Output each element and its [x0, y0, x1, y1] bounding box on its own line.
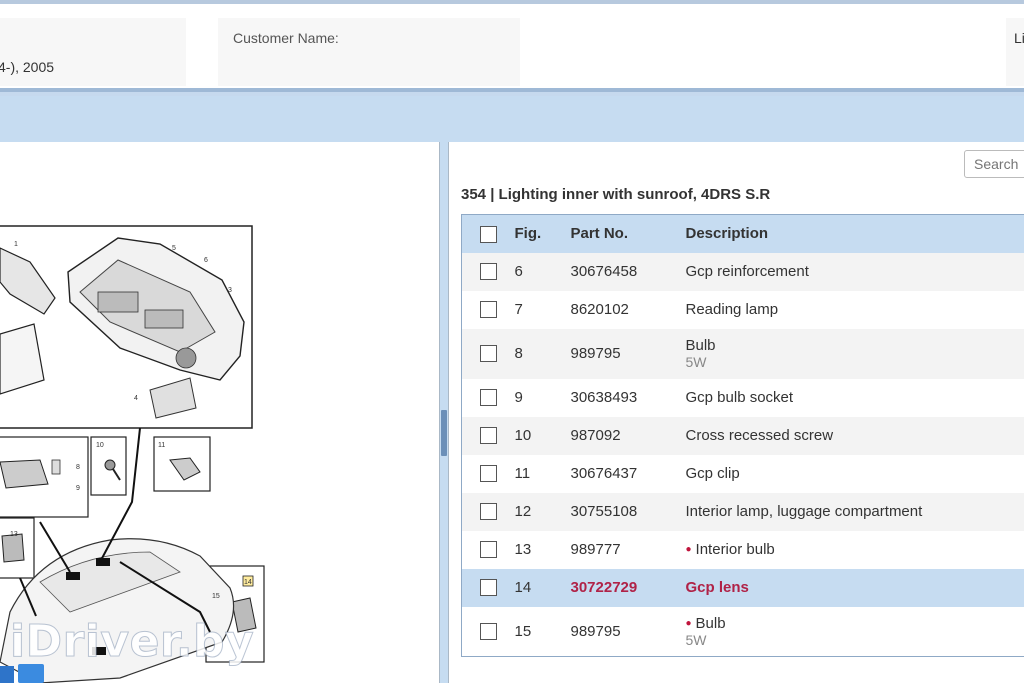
extra-info-box: Li — [1006, 18, 1024, 86]
screw-part — [104, 459, 116, 471]
description-subtext: 5W — [685, 354, 707, 370]
toolbar-band — [0, 96, 1024, 142]
description-cell: Gcp lens — [685, 579, 749, 596]
label-3: 3 — [228, 287, 232, 294]
label-15: 15 — [212, 593, 220, 600]
label-10: 10 — [96, 442, 104, 449]
fig-cell: 6 — [514, 263, 523, 280]
table-row[interactable]: 6 30676458 Gcp reinforcement — [461, 252, 1024, 291]
table-header-row: Fig. Part No. Description — [461, 214, 1024, 253]
part-number-cell[interactable]: 30755108 — [571, 493, 686, 531]
part-number-cell[interactable]: 30722729 — [571, 569, 686, 607]
console-slot-2 — [144, 309, 184, 329]
description-cell: Gcp clip — [685, 465, 740, 482]
row-checkbox[interactable] — [479, 579, 497, 597]
col-header-part[interactable]: Part No. — [571, 215, 686, 253]
marker-1 — [66, 572, 80, 580]
fig-cell: 15 — [514, 622, 532, 640]
splitter-handle-icon[interactable] — [441, 410, 447, 456]
table-row[interactable]: 10 987092 Cross recessed screw — [461, 416, 1024, 455]
extra-info-label: Li — [1014, 30, 1024, 46]
label-8: 8 — [76, 464, 80, 471]
label-1: 1 — [14, 241, 18, 248]
label-13: 13 — [10, 531, 18, 538]
row-checkbox[interactable] — [479, 263, 497, 281]
row-checkbox[interactable] — [479, 465, 497, 483]
fig-cell: 8 — [514, 345, 523, 362]
row-checkbox[interactable] — [479, 427, 497, 445]
row-checkbox[interactable] — [479, 389, 497, 407]
select-all-checkbox[interactable] — [479, 225, 497, 243]
panel-splitter[interactable] — [440, 142, 448, 683]
bulb-socket-part — [0, 459, 49, 489]
part-number-cell[interactable]: 989795 — [571, 329, 686, 379]
description-cell: Bulb — [695, 614, 726, 632]
row-checkbox[interactable] — [479, 541, 497, 559]
part-number-cell[interactable]: 8620102 — [571, 291, 686, 329]
row-checkbox[interactable] — [479, 345, 497, 363]
row-checkbox[interactable] — [479, 301, 497, 319]
description-cell: Gcp bulb socket — [685, 389, 794, 406]
description-cell: Gcp reinforcement — [685, 263, 809, 280]
fig-cell: 14 — [514, 579, 532, 596]
group-title: 354 | Lighting inner with sunroof, 4DRS … — [461, 186, 771, 203]
label-5: 5 — [172, 245, 176, 252]
exploded-diagram-panel[interactable]: 1 5 6 3 4 10 11 8 9 13 14 15 iDriver.by — [0, 142, 440, 683]
fig-cell: 10 — [514, 427, 532, 444]
description-cell: Reading lamp — [685, 301, 779, 318]
label-6: 6 — [204, 257, 208, 264]
bullet-icon: ● — [685, 617, 692, 629]
part-number-cell[interactable]: 987092 — [571, 417, 686, 455]
table-row[interactable]: 7 8620102 Reading lamp — [462, 291, 1024, 329]
parts-list-panel: 354 | Lighting inner with sunroof, 4DRS … — [448, 142, 1024, 683]
diagram-tool-button[interactable] — [0, 666, 14, 683]
table-row[interactable]: 15 989795 ● Bulb 5W — [462, 607, 1024, 657]
col-header-desc[interactable]: Description — [686, 215, 1024, 253]
table-row-selected[interactable]: 14 30722729 Gcp lens — [461, 568, 1024, 607]
description-subtext: 5W — [685, 631, 707, 648]
exploded-parts-diagram[interactable]: 1 5 6 3 4 10 11 8 9 13 14 15 — [0, 142, 440, 683]
description-cell: Cross recessed screw — [685, 427, 834, 444]
part-number-cell[interactable]: 30676437 — [571, 455, 686, 493]
fig-cell: 12 — [514, 503, 532, 520]
row-checkbox[interactable] — [479, 503, 497, 521]
table-row[interactable]: 12 30755108 Interior lamp, luggage compa… — [461, 492, 1024, 531]
table-row[interactable]: 8 989795 Bulb 5W — [461, 328, 1024, 379]
label-14: 14 — [244, 579, 252, 586]
description-cell: Bulb — [685, 337, 716, 354]
bullet-icon: ● — [685, 544, 692, 555]
console-lens — [175, 347, 197, 369]
label-11: 11 — [158, 442, 165, 449]
interior-bulb-part — [1, 533, 25, 563]
col-header-fig[interactable]: Fig. — [515, 215, 571, 253]
fig-cell: 13 — [514, 541, 532, 558]
row-checkbox[interactable] — [479, 623, 497, 641]
part-number-cell[interactable]: 30638493 — [571, 379, 686, 417]
vehicle-model-box: 4-), 2005 — [0, 18, 186, 86]
vehicle-info-bar: 4-), 2005 Customer Name: Li — [0, 0, 1024, 92]
part-number-cell[interactable]: 989777 — [571, 531, 686, 569]
console-slot-1 — [97, 291, 139, 313]
home-icon[interactable] — [18, 664, 44, 683]
bulb-part — [51, 459, 61, 475]
label-4: 4 — [134, 395, 138, 402]
search-input[interactable] — [964, 150, 1024, 178]
label-9: 9 — [76, 485, 80, 492]
table-row[interactable]: 13 989777 ● Interior bulb — [462, 531, 1024, 569]
parts-table: Fig. Part No. Description 6 30676458 Gcp… — [461, 214, 1024, 657]
fig-cell: 7 — [514, 301, 523, 318]
part-number-cell[interactable]: 30676458 — [571, 253, 686, 291]
marker-2 — [96, 558, 110, 566]
fig-cell: 9 — [514, 389, 523, 406]
description-cell: Interior lamp, luggage compartment — [685, 503, 923, 520]
description-cell: Interior bulb — [695, 541, 775, 558]
part-number-cell[interactable]: 989795 — [571, 607, 686, 657]
vehicle-model-text: 4-), 2005 — [0, 59, 55, 75]
watermark-text: iDriver.by — [9, 616, 255, 668]
customer-name-box: Customer Name: — [218, 18, 520, 86]
table-row[interactable]: 9 30638493 Gcp bulb socket — [462, 379, 1024, 417]
table-row[interactable]: 11 30676437 Gcp clip — [462, 455, 1024, 493]
fig-cell: 11 — [514, 465, 531, 482]
customer-name-label: Customer Name: — [233, 30, 339, 46]
